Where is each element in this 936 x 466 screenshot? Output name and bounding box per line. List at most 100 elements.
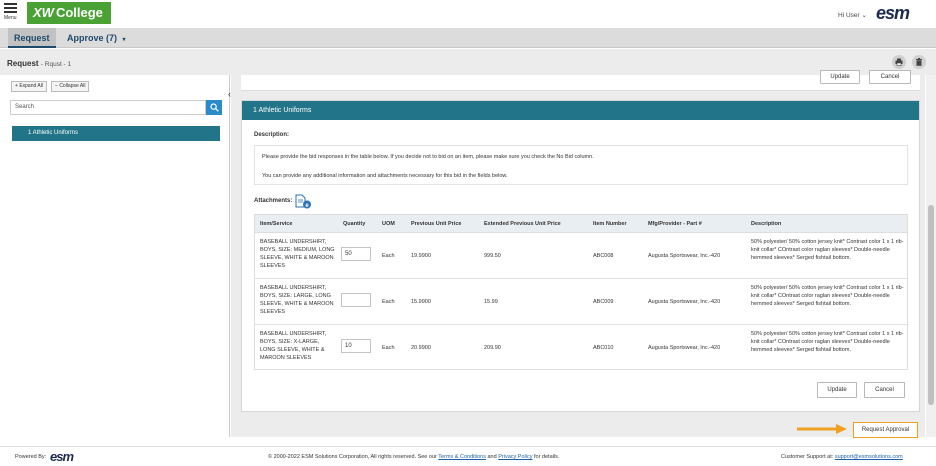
previous-section-footer — [241, 75, 920, 91]
main-scrollbar[interactable] — [926, 75, 936, 437]
cell-ext-price: 15.99 — [484, 299, 498, 305]
print-icon — [895, 58, 903, 66]
user-greeting: Hi User — [838, 12, 860, 19]
quantity-input[interactable] — [341, 293, 371, 307]
attachments-label: Attachments: — [254, 198, 293, 204]
col-item-service: Item/Service — [260, 221, 293, 227]
footer-esm-logo: esm — [50, 449, 74, 464]
menu-button[interactable]: Menu — [4, 3, 20, 25]
esm-brand-logo: esm — [876, 3, 910, 23]
page-header: Request - Rqust - 1 — [0, 49, 936, 75]
support-text: Customer Support at: support@esmsolution… — [781, 454, 903, 460]
left-panel: + Expand All − Collapse All Search 1 Ath… — [0, 75, 230, 437]
scrollbar-thumb[interactable] — [928, 205, 934, 405]
privacy-link[interactable]: Privacy Policy — [498, 454, 532, 460]
cell-ext-price: 209.90 — [484, 345, 501, 351]
description-box: Please provide the bid responses in the … — [254, 145, 908, 185]
cell-uom: Each — [382, 299, 395, 305]
cell-item: BASEBALL UNDERSHIRT, BOYS, SIZE: LARGE, … — [260, 285, 334, 315]
support-email-link[interactable]: support@esmsolutions.com — [835, 454, 903, 460]
attachment-icon: e — [295, 194, 311, 209]
update-button-top[interactable]: Update — [820, 70, 860, 84]
cell-description: 50% polyester/ 50% cotton jersey knit* C… — [751, 285, 904, 307]
collapse-all-label: Collapse All — [59, 83, 86, 89]
update-button[interactable]: Update — [817, 382, 857, 398]
cell-ext-price: 999.50 — [484, 253, 501, 259]
col-extended-previous-unit-price: Extended Previous Unit Price — [484, 221, 561, 227]
table-header: Item/Service Quantity UOM Previous Unit … — [255, 215, 907, 233]
section-card: 1 Athletic Uniforms Description: Please … — [241, 100, 920, 412]
menu-icon-bar — [4, 11, 17, 13]
copyright-post: for details. — [533, 454, 560, 460]
description-line-1: Please provide the bid responses in the … — [262, 154, 594, 160]
col-description: Description — [751, 221, 782, 227]
menu-label: Menu — [4, 15, 17, 21]
sidebar-item-athletic-uniforms[interactable]: 1 Athletic Uniforms — [12, 126, 220, 141]
items-table: Item/Service Quantity UOM Previous Unit … — [254, 214, 908, 370]
cancel-button-top[interactable]: Cancel — [869, 70, 911, 84]
cell-prev-price: 15.9900 — [411, 299, 431, 305]
delete-button[interactable] — [912, 55, 926, 69]
expand-all-label: Expand All — [19, 83, 43, 89]
tab-approve-label: Approve (7) — [67, 33, 118, 43]
page-title: Request - Rqust - 1 — [7, 59, 71, 68]
college-logo[interactable]: XW College — [27, 2, 111, 24]
cell-uom: Each — [382, 253, 395, 259]
expand-all-button[interactable]: + Expand All — [11, 81, 47, 92]
search-input[interactable]: Search — [10, 100, 206, 115]
cell-mfg: Augusta Sportswear, Inc.-420 — [648, 299, 721, 305]
table-row: BASEBALL UNDERSHIRT, BOYS, SIZE: LARGE, … — [255, 280, 907, 325]
cell-uom: Each — [382, 345, 395, 351]
menu-icon-bar — [4, 7, 17, 9]
arrow-right-icon — [797, 424, 847, 434]
logo-text: College — [55, 5, 103, 20]
description-line-2: You can provide any additional informati… — [262, 173, 508, 179]
cell-item-number: ABC009 — [593, 299, 614, 305]
col-item-number: Item Number — [593, 221, 627, 227]
logo-mark-icon: XW — [33, 5, 54, 20]
trash-icon — [916, 58, 922, 66]
col-uom: UOM — [382, 221, 395, 227]
support-label: Customer Support at: — [781, 454, 834, 460]
cell-mfg: Augusta Sportswear, Inc.-420 — [648, 253, 721, 259]
top-bar: Menu XW College Hi User ⌄ esm — [0, 0, 936, 28]
search-icon — [210, 103, 219, 112]
search-button[interactable] — [206, 100, 222, 115]
quantity-input[interactable]: 10 — [341, 339, 371, 353]
col-mfg-provider: Mfg/Provider - Part # — [648, 221, 702, 227]
page-subtitle: - Rqust - 1 — [40, 61, 72, 68]
cell-description: 50% polyester/ 50% cotton jersey knit* C… — [751, 331, 904, 353]
section-title[interactable]: 1 Athletic Uniforms — [242, 101, 919, 120]
plus-icon: + — [15, 83, 18, 89]
cell-prev-price: 20.9900 — [411, 345, 431, 351]
cell-mfg: Augusta Sportswear, Inc.-420 — [648, 345, 721, 351]
table-row: BASEBALL UNDERSHIRT, BOYS, SIZE: X-LARGE… — [255, 326, 907, 371]
menu-icon — [4, 3, 17, 5]
collapse-all-button[interactable]: − Collapse All — [51, 81, 90, 92]
request-approval-button[interactable]: Request Approval — [853, 422, 918, 438]
description-label: Description: — [254, 132, 290, 138]
attachment-button[interactable]: e — [295, 194, 312, 211]
page-title-text: Request — [7, 59, 39, 68]
col-previous-unit-price: Previous Unit Price — [411, 221, 462, 227]
print-button[interactable] — [892, 55, 906, 69]
terms-link[interactable]: Terms & Conditions — [438, 454, 486, 460]
chevron-down-icon: ⌄ — [861, 12, 867, 19]
main-nav: Request Approve (7) ▾ — [0, 28, 936, 48]
copyright-text: © 2000-2022 ESM Solutions Corporation, A… — [268, 454, 559, 460]
cancel-button[interactable]: Cancel — [864, 382, 905, 398]
user-menu[interactable]: Hi User ⌄ — [838, 11, 867, 19]
cell-item-number: ABC008 — [593, 253, 614, 259]
caret-down-icon: ▾ — [122, 37, 126, 43]
cell-item: BASEBALL UNDERSHIRT, BOYS, SIZE: MEDIUM,… — [260, 239, 335, 269]
tab-request[interactable]: Request — [8, 28, 56, 48]
cell-description: 50% polyester/ 50% cotton jersey knit* C… — [751, 239, 904, 261]
table-row: BASEBALL UNDERSHIRT, BOYS, SIZE: MEDIUM,… — [255, 234, 907, 279]
powered-by-label: Powered By: — [15, 454, 47, 460]
quantity-input[interactable]: 50 — [341, 247, 371, 261]
tab-approve[interactable]: Approve (7) ▾ — [67, 28, 126, 48]
minus-icon: − — [55, 83, 58, 89]
col-quantity: Quantity — [343, 221, 366, 227]
footer: Powered By: esm © 2000-2022 ESM Solution… — [0, 446, 936, 466]
cell-prev-price: 19.9900 — [411, 253, 431, 259]
